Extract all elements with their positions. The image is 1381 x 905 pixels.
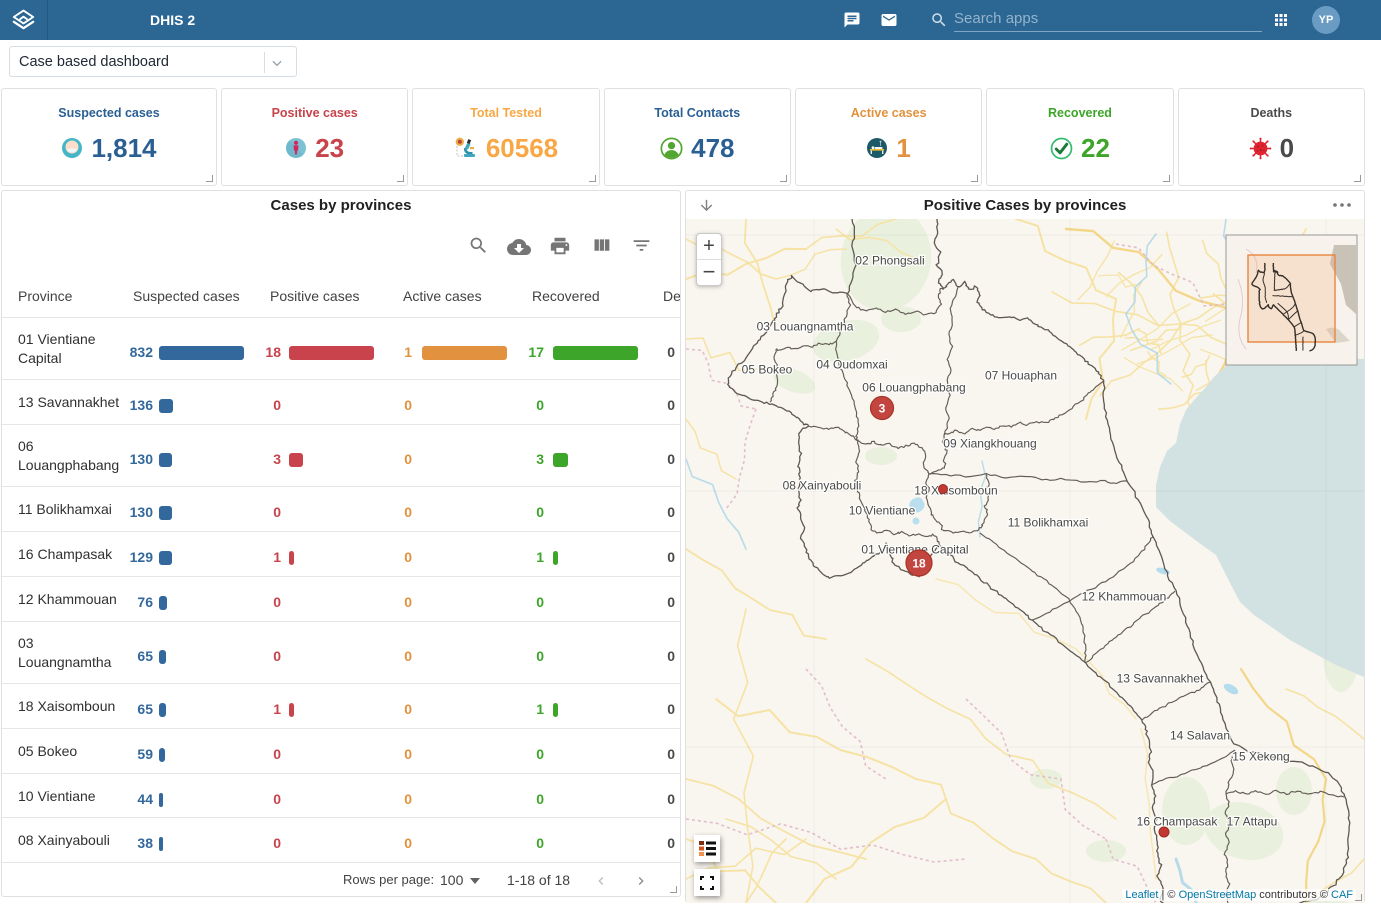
svg-text:18: 18 — [912, 557, 926, 571]
svg-text:07 Houaphan: 07 Houaphan — [985, 369, 1057, 383]
svg-text:16 Champasak: 16 Champasak — [1137, 815, 1219, 829]
svg-text:02 Phongsali: 02 Phongsali — [855, 254, 924, 268]
svg-text:15 Xekong: 15 Xekong — [1232, 750, 1289, 764]
svg-text:17 Attapu: 17 Attapu — [1227, 815, 1278, 829]
svg-text:3: 3 — [879, 402, 886, 416]
svg-text:06 Louangphabang: 06 Louangphabang — [862, 381, 965, 395]
svg-text:10 Vientiane: 10 Vientiane — [849, 504, 916, 518]
svg-text:05 Bokeo: 05 Bokeo — [742, 363, 793, 377]
svg-text:11 Bolikhamxai: 11 Bolikhamxai — [1008, 516, 1088, 530]
svg-text:13 Savannakhet: 13 Savannakhet — [1117, 672, 1204, 686]
svg-text:12 Khammouan: 12 Khammouan — [1082, 590, 1167, 604]
svg-text:03 Louangnamtha: 03 Louangnamtha — [757, 320, 854, 334]
svg-text:08 Xainyabouli: 08 Xainyabouli — [783, 479, 862, 493]
svg-text:09 Xiangkhouang: 09 Xiangkhouang — [943, 437, 1036, 451]
svg-text:14 Salavan: 14 Salavan — [1170, 729, 1230, 743]
svg-text:18 Xaisomboun: 18 Xaisomboun — [914, 484, 997, 498]
svg-text:04 Oudomxai: 04 Oudomxai — [816, 358, 887, 372]
